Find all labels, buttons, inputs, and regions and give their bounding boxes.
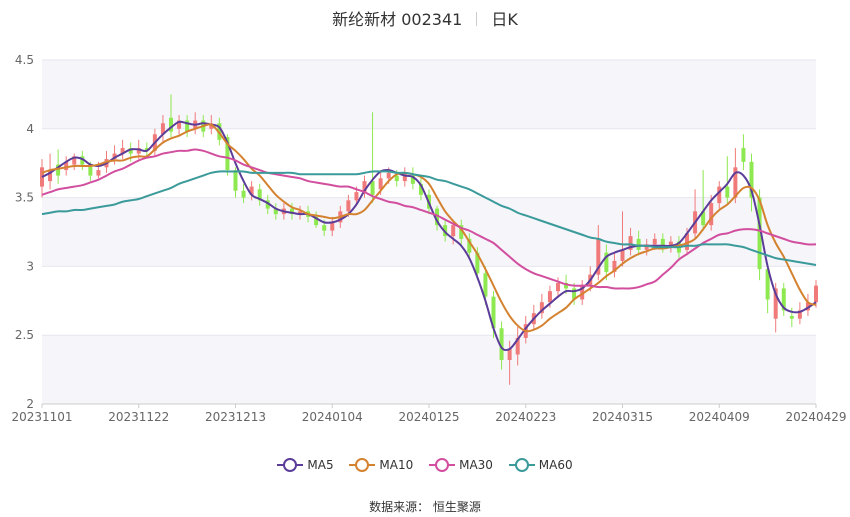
source-value: 恒生聚源: [432, 500, 481, 514]
candle-body: [652, 238, 657, 245]
x-tick-label: 20240104: [302, 410, 363, 424]
data-source: 数据来源： 恒生聚源: [0, 498, 850, 515]
legend-label-ma30: MA30: [459, 458, 493, 472]
x-tick-label: 20240315: [592, 410, 653, 424]
legend: MA5 MA10 MA30 MA60: [0, 458, 850, 475]
candle-body: [370, 181, 375, 195]
x-tick-label: 20240429: [785, 410, 846, 424]
y-tick-label: 4.5: [15, 53, 34, 67]
legend-label-ma5: MA5: [307, 458, 334, 472]
candle-body: [709, 203, 714, 226]
y-tick-label: 2: [26, 397, 34, 411]
candle-body: [789, 315, 794, 319]
y-tick-label: 3.5: [15, 191, 34, 205]
legend-label-ma10: MA10: [379, 458, 414, 472]
grid-band: [42, 335, 816, 404]
source-label: 数据来源：: [369, 500, 430, 514]
x-tick-label: 20231122: [108, 410, 169, 424]
candle-body: [741, 148, 746, 162]
candle-body: [814, 285, 818, 303]
legend-item-ma30[interactable]: MA30: [429, 458, 493, 472]
candle-body: [402, 172, 407, 182]
candle-body: [322, 225, 327, 231]
candle-body: [483, 273, 488, 297]
x-tick-label: 20231101: [11, 410, 72, 424]
candle-body: [620, 249, 625, 261]
candle-body: [346, 200, 351, 212]
legend-label-ma60: MA60: [538, 458, 573, 472]
candlestick-chart: 2 2.5 3 3.5 4 4.5 20231101 20231122 20231213 2024…: [11, 53, 846, 424]
candle-body: [96, 170, 101, 176]
x-tick-label: 20240125: [398, 410, 459, 424]
legend-swatch-ma30: [429, 458, 456, 472]
legend-swatch-ma5: [277, 458, 304, 472]
grid-band: [42, 60, 816, 129]
legend-dot-ma10: [355, 458, 370, 472]
y-tick-label: 2.5: [15, 328, 34, 342]
legend-dot-ma5: [283, 458, 298, 472]
x-tick-label: 20240223: [495, 410, 556, 424]
candle-body: [386, 172, 391, 179]
x-tick-label: 20231213: [205, 410, 266, 424]
legend-item-ma5[interactable]: MA5: [277, 458, 334, 472]
candle-body: [547, 291, 552, 303]
candle-body: [725, 186, 730, 198]
candle-body: [556, 282, 560, 292]
candle-body: [241, 190, 246, 198]
legend-swatch-ma60: [508, 458, 535, 472]
candle-body: [451, 225, 456, 237]
y-tick-label: 4: [26, 122, 34, 136]
candle-body: [330, 222, 335, 231]
candle-body: [394, 175, 399, 182]
candle-body: [354, 192, 359, 201]
y-tick-label: 3: [26, 259, 34, 273]
candle-body: [636, 238, 641, 250]
candle-body: [233, 170, 238, 191]
legend-dot-ma30: [435, 458, 450, 472]
legend-swatch-ma10: [349, 458, 376, 472]
legend-item-ma10[interactable]: MA10: [349, 458, 413, 472]
legend-item-ma60[interactable]: MA60: [508, 458, 573, 472]
x-tick-label: 20240409: [689, 410, 750, 424]
legend-dot-ma60: [514, 458, 529, 472]
